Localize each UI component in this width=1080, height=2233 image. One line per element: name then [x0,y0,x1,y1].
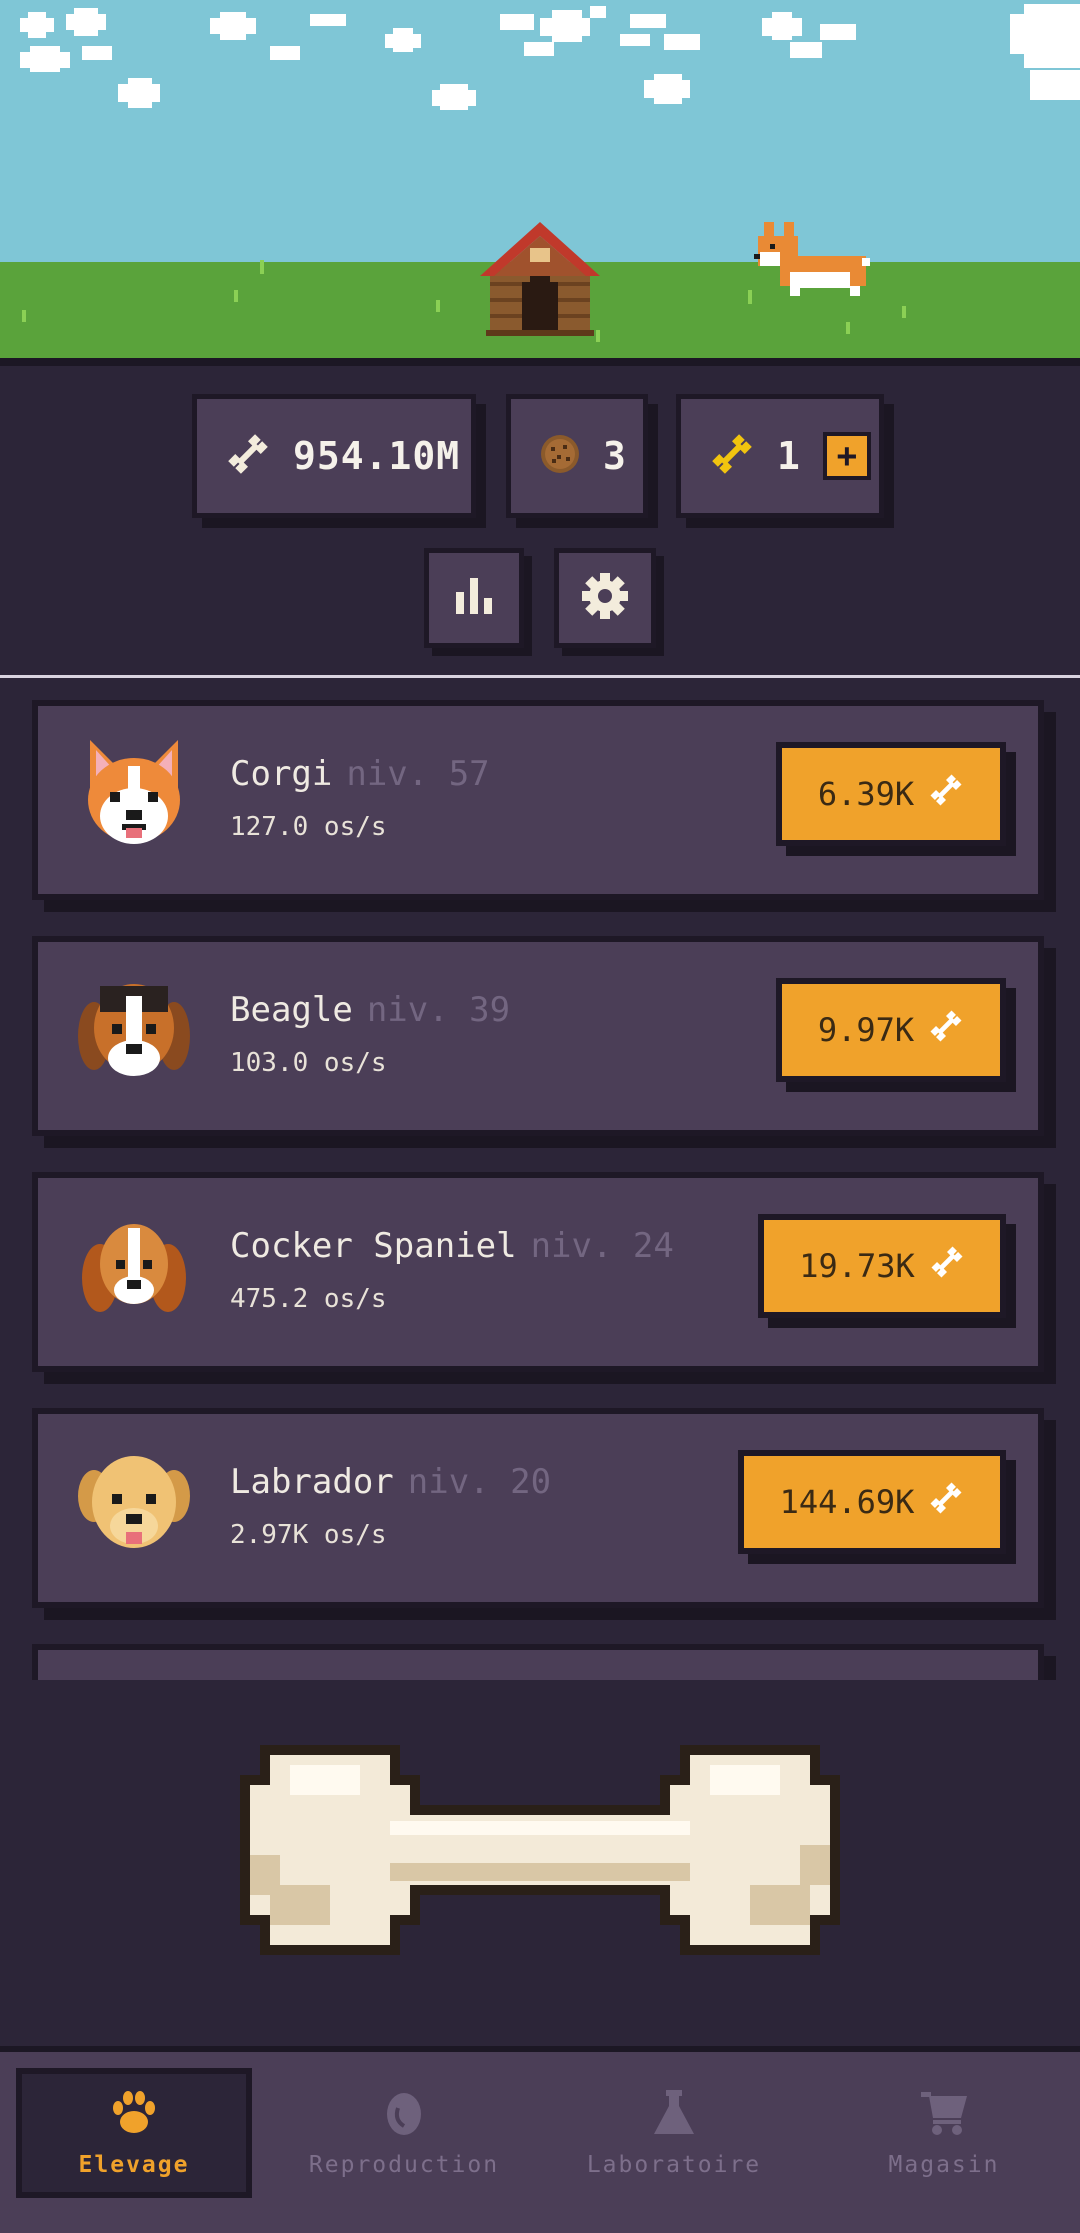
golden-bone-icon [709,431,755,481]
corgi-avatar [72,730,196,854]
bone-icon [929,1244,965,1288]
upgrade-button-labrador[interactable]: 144.69K [738,1450,1006,1554]
cookies-amount: 3 [603,434,627,478]
bar-chart-icon [452,574,496,622]
upgrade-price: 9.97K [817,1011,915,1049]
dog-card-cocker-spaniel: Cocker Spaniel niv. 24 475.2 os/s 19.73K [32,1172,1044,1372]
upgrade-price: 19.73K [799,1247,915,1285]
cocker-spaniel-avatar [72,1202,196,1326]
dog-card-partial [32,1644,1044,1680]
dog-card-corgi: Corgi niv. 57 127.0 os/s 6.39K [32,700,1044,900]
dog-name: Labrador [230,1462,394,1502]
tab-label: Magasin [888,2152,1000,2178]
bone-icon [928,1008,964,1052]
tab-label: Laboratoire [586,2152,762,2178]
upgrade-button-beagle[interactable]: 9.97K [776,978,1006,1082]
tab-label: Elevage [78,2152,190,2178]
flask-icon [652,2088,696,2140]
golden-bones-counter: 1 + [676,394,884,518]
dog-level: niv. 57 [346,754,490,794]
cookie-icon [539,433,581,479]
dog-card-beagle: Beagle niv. 39 103.0 os/s 9.97K [32,936,1044,1136]
bone-icon [225,431,271,481]
upgrade-button-cocker-spaniel[interactable]: 19.73K [758,1214,1006,1318]
upgrade-price: 6.39K [817,775,915,813]
golden-bones-amount: 1 [777,434,801,478]
dog-card-labrador: Labrador niv. 20 2.97K os/s 144.69K [32,1408,1044,1608]
scene-border [0,358,1080,366]
tab-reproduction[interactable]: Reproduction [286,2068,522,2198]
bone-icon [928,772,964,816]
section-divider [0,675,1080,678]
bottom-nav: Elevage Reproduction Laboratoire Magasin [0,2052,1080,2233]
paw-icon [110,2088,158,2140]
dog-name: Beagle [230,990,353,1030]
dog-rate: 2.97K os/s [230,1520,387,1550]
dog-rate: 103.0 os/s [230,1048,387,1078]
big-bone-clicker[interactable] [230,1735,850,1965]
beagle-avatar [72,966,196,1090]
upgrade-price: 144.69K [779,1483,915,1521]
cart-icon [919,2088,969,2140]
dog-level: niv. 24 [530,1226,674,1266]
tab-laboratoire[interactable]: Laboratoire [556,2068,792,2198]
gear-icon [580,571,630,625]
dog-list[interactable]: Corgi niv. 57 127.0 os/s 6.39K Beagle niv.… [0,690,1080,1680]
cookies-counter: 3 [506,394,648,518]
dog-rate: 127.0 os/s [230,812,387,842]
dog-level: niv. 20 [407,1462,552,1502]
garden-scene [0,0,1080,362]
dog-level: niv. 39 [366,990,511,1030]
egg-icon [384,2088,424,2140]
dog-name: Cocker Spaniel [230,1226,517,1266]
dog-name: Corgi [230,754,333,794]
tab-label: Reproduction [308,2152,500,2178]
tab-magasin[interactable]: Magasin [826,2068,1062,2198]
dog-rate: 475.2 os/s [230,1284,387,1314]
tab-elevage[interactable]: Elevage [16,2068,252,2198]
upgrade-button-corgi[interactable]: 6.39K [776,742,1006,846]
add-golden-bones-button[interactable]: + [822,432,871,480]
stats-button[interactable] [424,548,524,648]
bones-amount: 954.10M [293,434,461,478]
bones-counter: 954.10M [192,394,476,518]
labrador-avatar [72,1438,196,1562]
bone-icon [928,1480,964,1524]
settings-button[interactable] [554,548,656,648]
